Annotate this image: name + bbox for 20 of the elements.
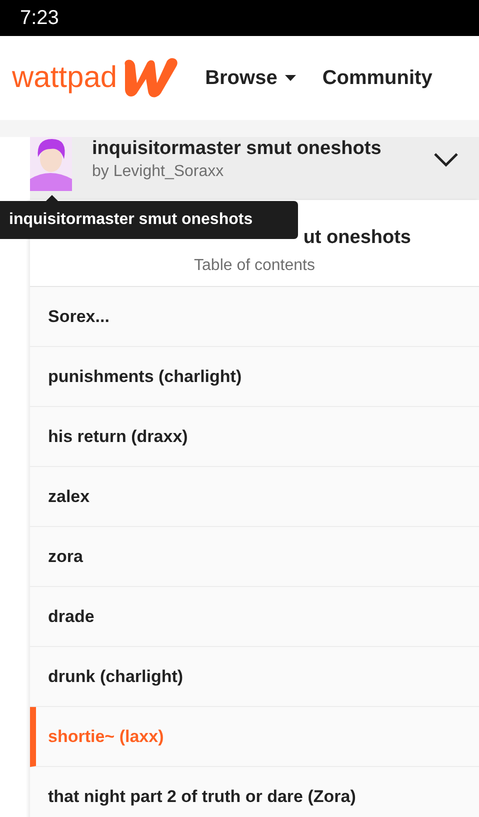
chapter-item[interactable]: that night part 2 of truth or dare (Zora) (30, 767, 479, 817)
chapter-item[interactable]: his return (draxx) (30, 407, 479, 467)
tooltip-arrow-icon (45, 195, 59, 202)
toc-story-title: ut oneshots (303, 226, 411, 250)
chapter-item[interactable]: drade (30, 587, 479, 647)
status-time: 7:23 (20, 6, 59, 31)
caret-icon (285, 75, 296, 81)
nav-link[interactable]: Community (322, 63, 432, 93)
chapter-item[interactable]: zora (30, 527, 479, 587)
chapter-item[interactable]: Sorex... (30, 287, 479, 347)
nav-link[interactable]: Browse (205, 63, 296, 93)
chapter-item[interactable]: zalex (30, 467, 479, 527)
tooltip: inquisitormaster smut oneshots (0, 201, 298, 239)
chapter-item[interactable]: drunk (charlight) (30, 647, 479, 707)
story-title: inquisitormaster smut oneshots (92, 137, 382, 161)
chevron-icon[interactable] (433, 152, 459, 168)
toc-subtitle: Table of contents (194, 256, 315, 276)
story-header[interactable]: inquisitormaster smut oneshots by Levight_Soraxx (30, 137, 479, 200)
chapter-item[interactable]: punishments (charlight) (30, 347, 479, 407)
story-author: by Levight_Soraxx (92, 162, 225, 182)
